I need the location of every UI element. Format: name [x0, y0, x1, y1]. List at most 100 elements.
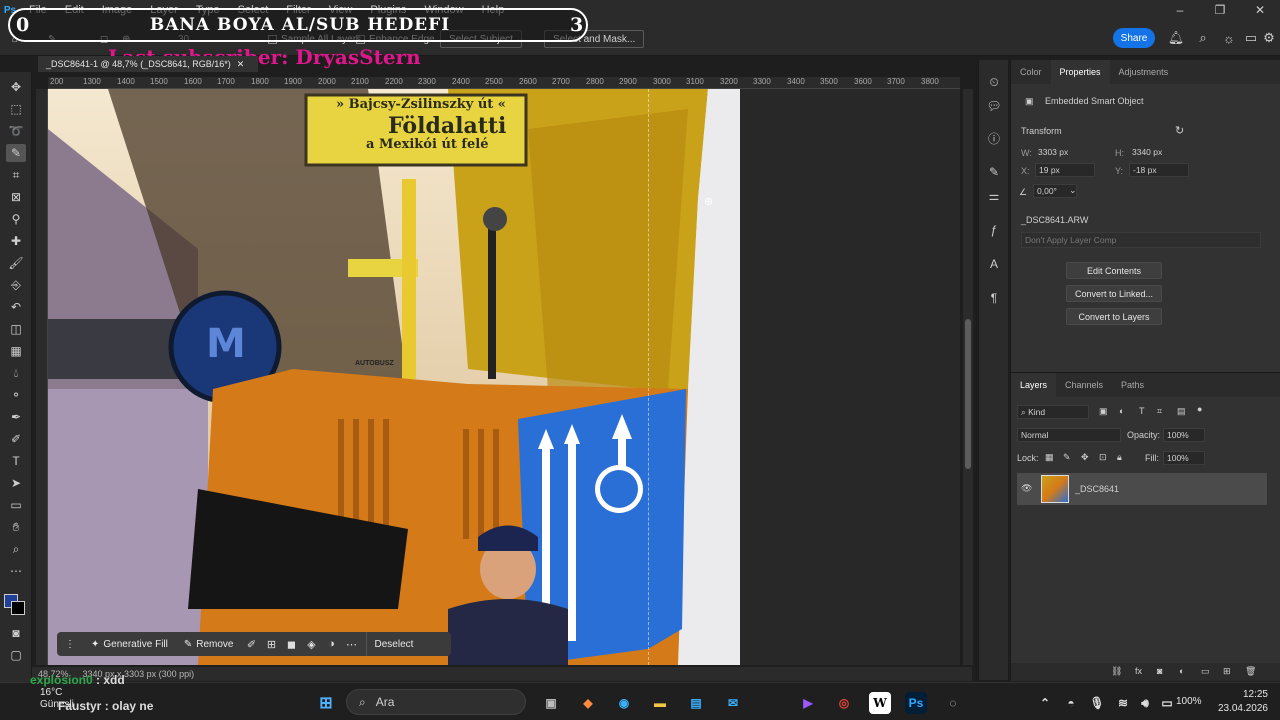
frame-tool-icon[interactable]: ⊠: [6, 188, 26, 206]
tab-color[interactable]: Color: [1011, 60, 1051, 84]
comments-panel-icon[interactable]: 💬︎: [984, 96, 1004, 116]
tab-channels[interactable]: Channels: [1056, 373, 1112, 397]
workspace-icon[interactable]: ▭: [1243, 30, 1259, 46]
photoshop-taskbar-icon[interactable]: Ps: [905, 692, 927, 714]
tray-overflow-icon[interactable]: ⌃: [1034, 692, 1056, 714]
fill-field[interactable]: 100%: [1163, 451, 1205, 465]
fx-icon[interactable]: fx: [1135, 666, 1142, 676]
transform-icon[interactable]: ⊞: [262, 638, 282, 651]
vertical-scrollbar[interactable]: [963, 89, 973, 665]
convert-to-linked-button[interactable]: Convert to Linked...: [1066, 285, 1162, 302]
battery-icon[interactable]: ▭: [1156, 692, 1178, 714]
hand-tool-icon[interactable]: ✋︎: [6, 518, 26, 536]
lock-artboard-icon[interactable]: ⊡: [1099, 452, 1107, 463]
history-panel-icon[interactable]: ⏲: [984, 72, 1004, 92]
marquee-tool-icon[interactable]: ⬚: [6, 100, 26, 118]
lock-all-icon[interactable]: 🔒︎: [1117, 452, 1122, 463]
adjustments-panel-icon[interactable]: ⚌: [984, 186, 1004, 206]
screen-mode-icon[interactable]: ▢: [6, 646, 26, 664]
minimize-button[interactable]: –: [1160, 0, 1200, 20]
brush-icon[interactable]: ✐: [242, 638, 262, 651]
adjustment-icon[interactable]: ◑: [322, 638, 342, 650]
dodge-tool-icon[interactable]: ⚬: [6, 386, 26, 404]
recording-app-icon[interactable]: ◌: [942, 692, 964, 714]
tab-layers[interactable]: Layers: [1011, 373, 1057, 397]
bell-icon[interactable]: 🔔︎: [1168, 30, 1185, 46]
crop-tool-icon[interactable]: ⌗: [6, 166, 26, 184]
scrollbar-thumb[interactable]: [965, 319, 971, 469]
link-layers-icon[interactable]: ⛓: [1111, 666, 1122, 677]
edit-contents-button[interactable]: Edit Contents: [1066, 262, 1162, 279]
reset-transform-icon[interactable]: ↻: [1175, 124, 1184, 137]
mask-icon[interactable]: ◼: [282, 638, 302, 651]
discord-tray-icon[interactable]: ◓: [1060, 692, 1082, 714]
eyedropper-tool-icon[interactable]: ⚲: [6, 210, 26, 228]
gear-icon[interactable]: ⚙: [1261, 30, 1277, 46]
filter-smart-icon[interactable]: ▤: [1177, 406, 1186, 417]
tab-paths[interactable]: Paths: [1112, 373, 1153, 397]
windows-start-icon[interactable]: ⊞: [315, 692, 337, 714]
zoom-tool-icon[interactable]: ⌕: [6, 540, 26, 558]
healing-brush-icon[interactable]: ✚: [6, 232, 26, 250]
filter-adjustment-icon[interactable]: ◐: [1119, 406, 1124, 416]
path-selection-icon[interactable]: ➤: [6, 474, 26, 492]
task-view-icon[interactable]: ▣: [540, 692, 562, 714]
opacity-field[interactable]: 100%: [1163, 428, 1205, 442]
layer-comp-select[interactable]: Don't Apply Layer Comp: [1021, 232, 1261, 248]
outlook-icon[interactable]: ✉: [722, 692, 744, 714]
visibility-eye-icon[interactable]: 👁︎: [1021, 483, 1032, 494]
store-icon[interactable]: ▤: [685, 692, 707, 714]
paragraph-panel-icon[interactable]: ¶: [984, 288, 1004, 308]
close-window-button[interactable]: ✕: [1240, 0, 1280, 20]
new-group-icon[interactable]: ▭: [1201, 666, 1210, 677]
edge-icon[interactable]: ◉: [613, 692, 635, 714]
brush-tool-icon[interactable]: 🖌︎: [6, 254, 26, 272]
gradient-tool-icon[interactable]: ▦: [6, 342, 26, 360]
lasso-tool-icon[interactable]: ➰: [6, 122, 26, 140]
delete-layer-icon[interactable]: 🗑︎: [1245, 666, 1256, 677]
blur-tool-icon[interactable]: 💧︎: [6, 364, 26, 382]
volume-icon[interactable]: 🔊︎: [1134, 692, 1156, 714]
layer-row[interactable]: 👁︎ _DSC8641: [1017, 473, 1267, 505]
angle-dropdown-icon[interactable]: ⌄: [1069, 185, 1077, 196]
move-tool-icon[interactable]: ✥: [6, 78, 26, 96]
drag-handle-icon[interactable]: ⋮: [57, 632, 83, 656]
blend-mode-select[interactable]: Normal: [1017, 428, 1121, 442]
photo-layer-content[interactable]: » Bajcsy-Zsilinszky út « Földalatti a Me…: [48, 89, 740, 665]
search-icon[interactable]: ⌕: [1195, 30, 1211, 46]
generative-fill-button[interactable]: ✦ Generative Fill: [83, 632, 176, 656]
pen-tool-icon[interactable]: ✒: [6, 408, 26, 426]
fx-panel-icon[interactable]: ƒ: [984, 220, 1004, 240]
clone-stamp-icon[interactable]: ⎆: [6, 276, 26, 294]
layer-name[interactable]: _DSC8641: [1075, 484, 1119, 494]
wikipedia-icon[interactable]: W: [869, 692, 891, 714]
file-explorer-icon[interactable]: ▬: [649, 692, 671, 714]
wifi-icon[interactable]: ≋: [1112, 692, 1134, 714]
layer-filter-select[interactable]: ⌕ Kind: [1017, 405, 1089, 419]
character-panel-icon[interactable]: A: [984, 254, 1004, 274]
media-player-icon[interactable]: ▶: [797, 692, 819, 714]
clock[interactable]: 12:25 23.04.2026: [1218, 688, 1268, 716]
lock-transparency-icon[interactable]: ▦: [1045, 452, 1054, 463]
quick-selection-tool-icon[interactable]: ✎: [6, 144, 26, 162]
filter-type-icon[interactable]: T: [1139, 406, 1145, 416]
chrome-icon[interactable]: ◎: [833, 692, 855, 714]
convert-to-layers-button[interactable]: Convert to Layers: [1066, 308, 1162, 325]
filter-pixel-icon[interactable]: ▣: [1099, 406, 1108, 417]
deselect-button[interactable]: Deselect: [365, 632, 422, 656]
type-tool-icon[interactable]: T: [6, 452, 26, 470]
eraser-tool-icon[interactable]: ◫: [6, 320, 26, 338]
more-tools-icon[interactable]: ⋯: [6, 562, 26, 580]
new-layer-icon[interactable]: ⊞: [1223, 666, 1231, 677]
x-field[interactable]: 19 px: [1035, 163, 1095, 177]
discover-icon[interactable]: ☼: [1221, 30, 1237, 46]
y-field[interactable]: -18 px: [1129, 163, 1189, 177]
add-mask-icon[interactable]: ◙: [1157, 666, 1162, 676]
fill-icon[interactable]: ◈: [302, 638, 322, 651]
quick-mask-icon[interactable]: ◙: [6, 624, 26, 642]
taskbar-search[interactable]: ⌕ Ara: [346, 689, 526, 715]
tab-adjustments[interactable]: Adjustments: [1110, 60, 1178, 84]
filter-toggle-icon[interactable]: ●: [1197, 404, 1202, 414]
brush-settings-icon[interactable]: ✎: [984, 162, 1004, 182]
background-color-swatch[interactable]: [11, 601, 25, 615]
